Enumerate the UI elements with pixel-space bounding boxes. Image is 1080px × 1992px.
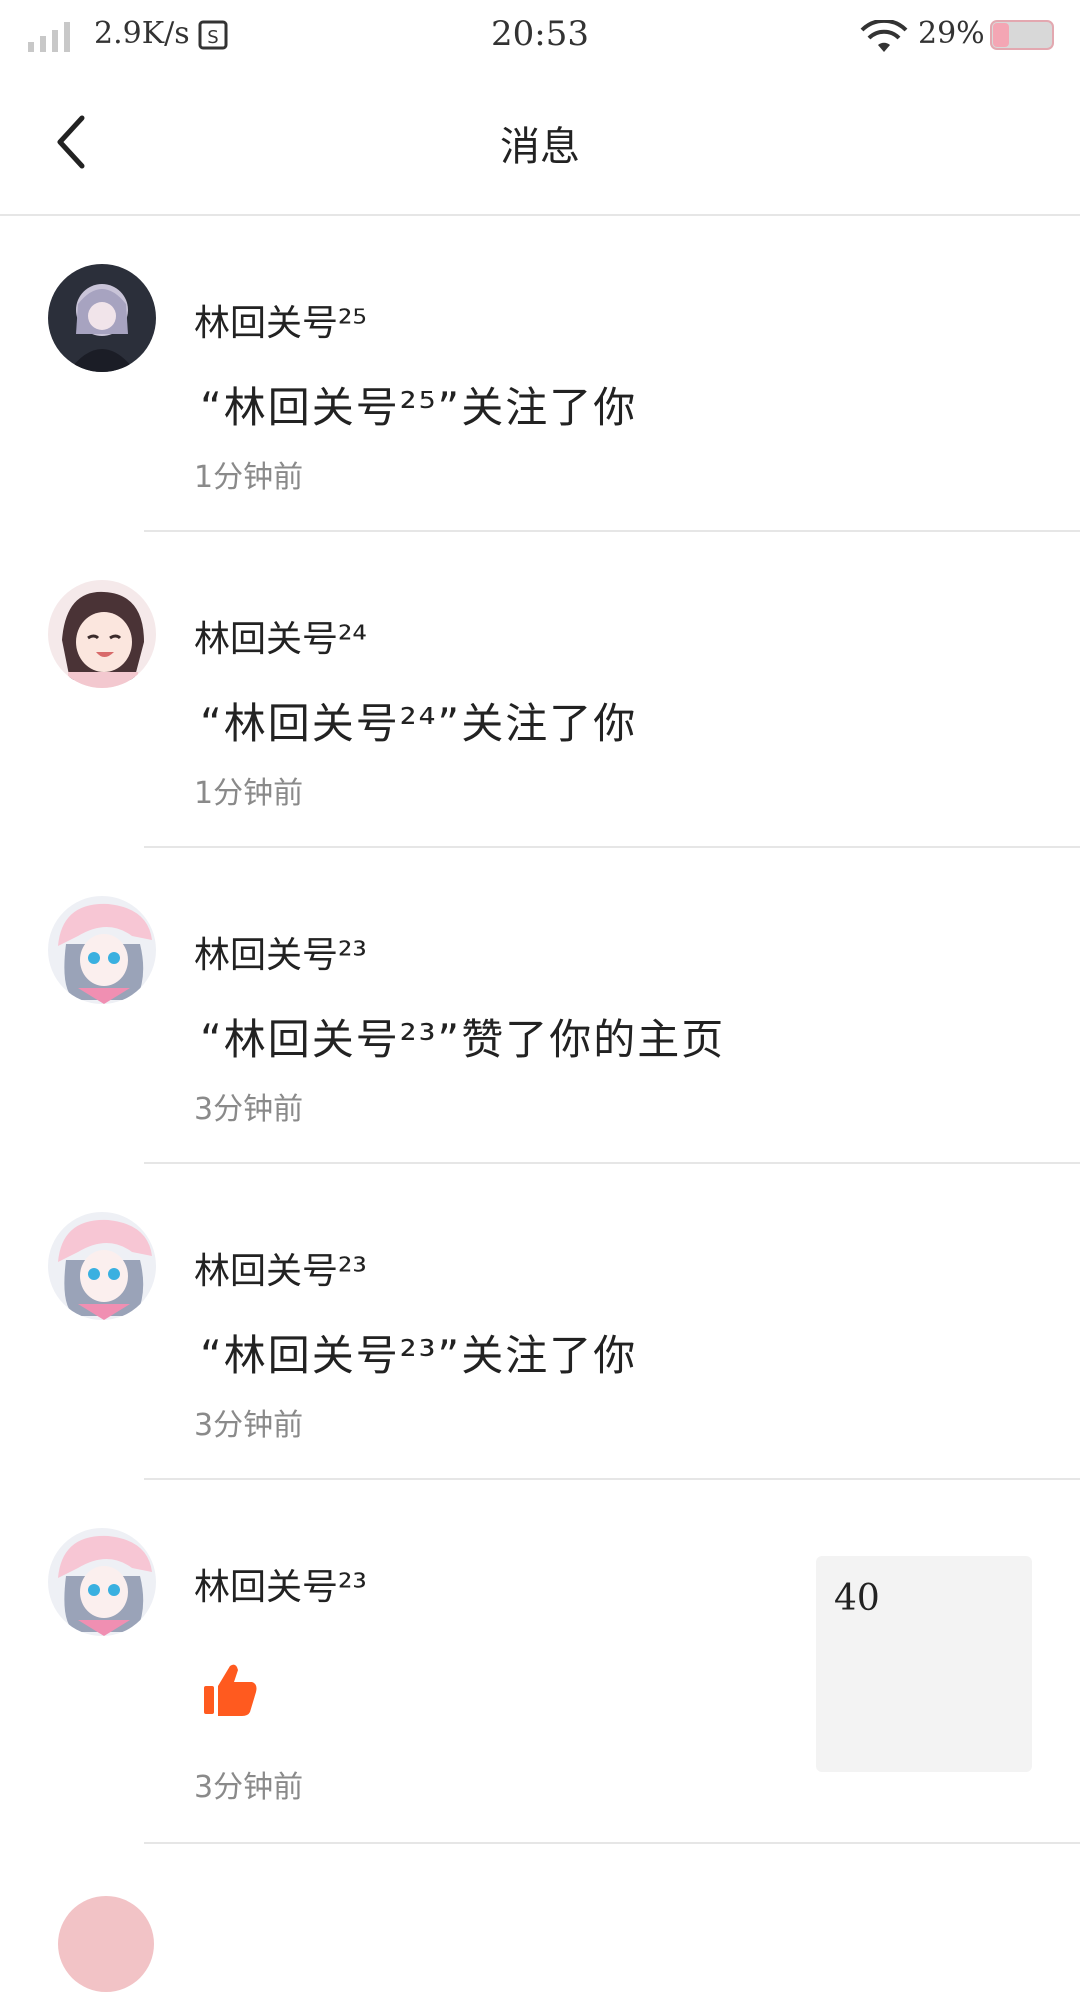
- user-name[interactable]: 林回关号²⁴: [194, 610, 367, 662]
- wifi-icon: [860, 20, 908, 52]
- message-item[interactable]: 林回关号²⁴ “林回关号²⁴”关注了你 1分钟前: [0, 532, 1080, 848]
- page-title: 消息: [500, 124, 580, 170]
- message-time: 3分钟前: [194, 1092, 304, 1127]
- divider: [144, 1842, 1080, 1844]
- avatar-smiling-girl-icon[interactable]: [48, 580, 156, 688]
- battery-icon: [990, 20, 1054, 50]
- user-name[interactable]: 林回关号²³: [194, 1558, 367, 1610]
- avatar-pink-cap-girl-icon[interactable]: [48, 896, 156, 1004]
- avatar-partial-icon[interactable]: [58, 1896, 154, 1992]
- message-time: 3分钟前: [194, 1408, 304, 1443]
- post-thumbnail[interactable]: 40: [816, 1556, 1032, 1772]
- message-time: 3分钟前: [194, 1770, 304, 1805]
- avatar-pink-cap-girl-icon[interactable]: [48, 1528, 156, 1636]
- message-time: 1分钟前: [194, 776, 304, 811]
- message-item[interactable]: 林回关号²⁵ “林回关号²⁵”关注了你 1分钟前: [0, 216, 1080, 532]
- battery-percent: 29%: [918, 16, 985, 51]
- thumbs-up-icon: [204, 1664, 257, 1716]
- message-text: “林回关号²³”赞了你的主页: [200, 1015, 726, 1064]
- message-text: “林回关号²⁵”关注了你: [200, 383, 638, 432]
- header: 消息: [0, 70, 1080, 216]
- message-text: “林回关号²³”关注了你: [200, 1331, 638, 1380]
- avatar-pink-cap-girl-icon[interactable]: [48, 1212, 156, 1320]
- message-text: “林回关号²⁴”关注了你: [200, 699, 638, 748]
- avatar-dark-hair-icon[interactable]: [48, 264, 156, 372]
- message-item[interactable]: 林回关号²³ “林回关号²³”赞了你的主页 3分钟前: [0, 848, 1080, 1164]
- message-item[interactable]: 林回关号²³ “林回关号²³”关注了你 3分钟前: [0, 1164, 1080, 1480]
- status-bar: 2.9K/s S 20:53 29%: [0, 0, 1080, 70]
- user-name[interactable]: 林回关号²³: [194, 926, 367, 978]
- thumbnail-text: 40: [834, 1578, 880, 1619]
- message-time: 1分钟前: [194, 460, 304, 495]
- user-name[interactable]: 林回关号²⁵: [194, 294, 367, 346]
- user-name[interactable]: 林回关号²³: [194, 1242, 367, 1294]
